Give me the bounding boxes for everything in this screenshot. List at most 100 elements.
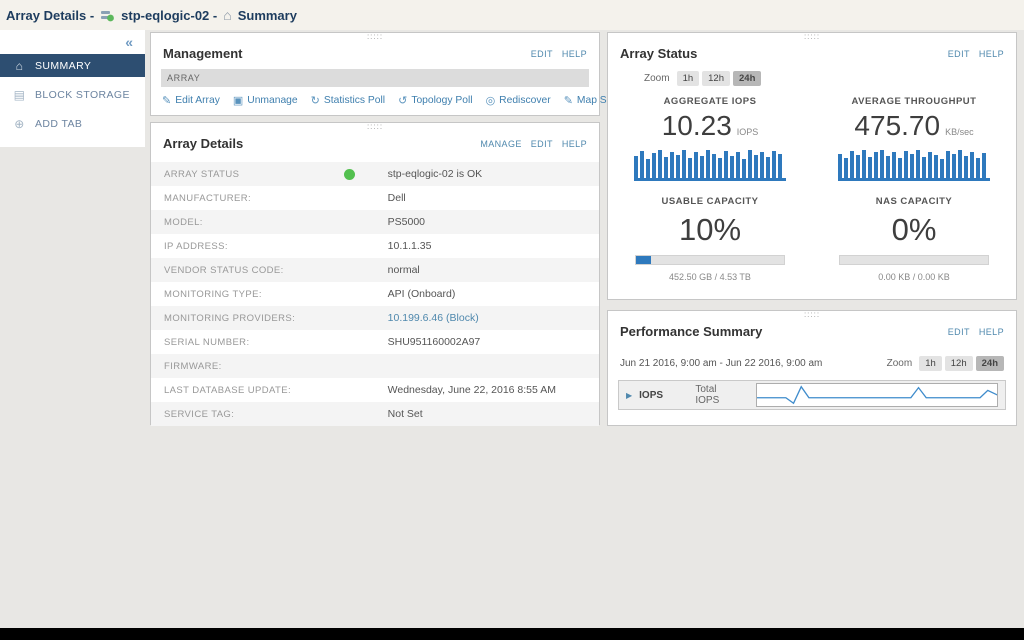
capacity-detail: 452.50 GB / 4.53 TB <box>608 272 812 282</box>
sidebar-item[interactable]: ▤ BLOCK STORAGE <box>0 83 145 106</box>
performance-summary-panel: Performance Summary EDIT HELP Jun 21 201… <box>607 310 1017 426</box>
sidebar-item-label: SUMMARY <box>35 60 91 72</box>
capacity-name: NAS CAPACITY <box>812 196 1016 207</box>
detail-label: MANUFACTURER: <box>164 193 350 204</box>
bar <box>928 152 932 178</box>
bar <box>856 155 860 178</box>
zoom-option-button[interactable]: 12h <box>945 356 973 371</box>
zoom-option-button[interactable]: 12h <box>702 71 730 86</box>
detail-value: PS5000 <box>388 216 425 228</box>
bar <box>652 153 656 178</box>
management-action[interactable]: ◎ Rediscover <box>486 94 551 107</box>
rediscover-icon: ◎ <box>486 94 496 107</box>
bar <box>766 157 770 178</box>
detail-rows: ARRAY STATUS stp-eqlogic-02 is OK MANUFA… <box>151 162 599 426</box>
bar <box>700 156 704 178</box>
drag-handle-icon[interactable] <box>804 33 820 41</box>
detail-row: SERIAL NUMBER: SHU951160002A97 <box>151 330 599 354</box>
usable-capacity: USABLE CAPACITY 10% 452.50 GB / 4.53 TB <box>608 196 812 282</box>
array-status-panel: Array Status EDIT HELP Zoom 1h 12h 24h A… <box>607 32 1017 300</box>
bar <box>688 158 692 178</box>
edit-link[interactable]: EDIT <box>948 49 970 59</box>
detail-label: MODEL: <box>164 217 350 228</box>
status-up-icon <box>344 169 355 180</box>
drag-handle-icon[interactable] <box>367 123 383 131</box>
sidebar-item[interactable]: ⊕ ADD TAB <box>0 112 145 135</box>
zoom-option-button[interactable]: 1h <box>919 356 942 371</box>
detail-row: SERVICE TAG: Not Set <box>151 402 599 426</box>
array-status-title: Array Status <box>620 46 697 61</box>
bar <box>910 154 914 178</box>
detail-label: FIRMWARE: <box>164 361 350 372</box>
bar <box>664 157 668 178</box>
management-action[interactable]: ↺ Topology Poll <box>398 94 472 107</box>
average-throughput-metric: AVERAGE THROUGHPUT 475.70 KB/sec <box>812 96 1016 181</box>
stats-poll-icon: ↻ <box>311 94 320 107</box>
bar <box>778 154 782 178</box>
zoom-option-button[interactable]: 1h <box>677 71 700 86</box>
bar <box>736 152 740 178</box>
throughput-bar-chart <box>838 149 990 181</box>
management-action[interactable]: ✎ Edit Array <box>162 94 220 107</box>
bar <box>976 158 980 178</box>
detail-value[interactable]: 10.199.6.46 (Block) <box>388 312 479 324</box>
bar <box>712 154 716 178</box>
pencil-icon: ✎ <box>162 94 171 107</box>
edit-link[interactable]: EDIT <box>531 49 553 59</box>
bar <box>946 151 950 178</box>
management-panel: Management EDIT HELP ARRAY ✎ Edit Array … <box>150 32 600 116</box>
array-section-label: ARRAY <box>161 69 589 87</box>
sidebar-items: ⌂ SUMMARY ▤ BLOCK STORAGE ⊕ ADD TAB <box>0 54 145 135</box>
iops-bar-chart <box>634 149 786 181</box>
bar <box>940 159 944 178</box>
bar <box>718 158 722 178</box>
bar <box>706 150 710 178</box>
home-icon: ⌂ <box>13 59 26 73</box>
bar <box>646 159 650 178</box>
help-link[interactable]: HELP <box>979 327 1004 337</box>
sidebar-item[interactable]: ⌂ SUMMARY <box>0 54 145 77</box>
help-link[interactable]: HELP <box>562 139 587 149</box>
sidebar-collapse-icon[interactable]: « <box>0 30 145 52</box>
page-title: Array Details - <box>6 8 94 23</box>
detail-label: VENDOR STATUS CODE: <box>164 265 350 276</box>
help-link[interactable]: HELP <box>979 49 1004 59</box>
expander-icon[interactable]: ▶ <box>626 391 632 400</box>
bar <box>934 155 938 178</box>
detail-label: IP ADDRESS: <box>164 241 350 252</box>
bar <box>676 155 680 178</box>
capacity-progress-bar <box>839 255 989 265</box>
management-action[interactable]: ↻ Statistics Poll <box>311 94 385 107</box>
management-actions: ✎ Edit Array ▣ Unmanage ↻ Statistics Pol… <box>151 87 599 114</box>
unmanage-icon: ▣ <box>233 94 243 107</box>
bar <box>922 157 926 178</box>
action-label: Unmanage <box>247 95 297 106</box>
bar <box>880 150 884 178</box>
bar <box>772 151 776 178</box>
drag-handle-icon[interactable] <box>804 311 820 319</box>
edit-link[interactable]: EDIT <box>531 139 553 149</box>
topology-poll-icon: ↺ <box>398 94 407 107</box>
bar <box>874 152 878 178</box>
edit-link[interactable]: EDIT <box>948 327 970 337</box>
bar <box>742 159 746 178</box>
bar <box>982 153 986 178</box>
bar <box>850 151 854 178</box>
zoom-buttons: 1h 12h 24h <box>919 356 1004 371</box>
breadcrumb-device[interactable]: stp-eqlogic-02 - <box>121 8 217 23</box>
zoom-option-button[interactable]: 24h <box>733 71 761 86</box>
bar <box>862 150 866 178</box>
add-icon: ⊕ <box>13 117 26 131</box>
management-title: Management <box>163 46 242 61</box>
help-link[interactable]: HELP <box>562 49 587 59</box>
array-device-icon <box>100 8 115 23</box>
bar <box>844 158 848 178</box>
zoom-option-button[interactable]: 24h <box>976 356 1004 371</box>
manage-link[interactable]: MANAGE <box>480 139 521 149</box>
iops-series-row: ▶ IOPS Total IOPS <box>618 380 1006 410</box>
drag-handle-icon[interactable] <box>367 33 383 41</box>
management-action[interactable]: ▣ Unmanage <box>233 94 298 107</box>
detail-value: normal <box>388 264 420 276</box>
bar <box>886 156 890 178</box>
capacity-progress-bar <box>635 255 785 265</box>
